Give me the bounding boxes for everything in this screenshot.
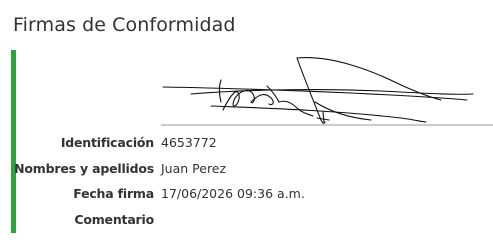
field-fecha: Fecha firma 17/06/2026 09:36 a.m. [16, 183, 492, 205]
field-identificacion: Identificación 4653772 [16, 132, 492, 154]
field-nombres: Nombres y apellidos Juan Perez [14, 158, 492, 180]
fecha-label: Fecha firma [73, 186, 154, 201]
identificacion-label: Identificación [60, 135, 154, 150]
section-title: Firmas de Conformidad [13, 14, 236, 36]
signatures-page: Firmas de Conformidad Identificación 465… [0, 0, 493, 237]
nombres-value: Juan Perez [161, 161, 227, 176]
nombres-label: Nombres y apellidos [14, 161, 154, 176]
identificacion-value: 4653772 [161, 135, 217, 150]
field-comentario: Comentario [16, 209, 492, 231]
signature-section: Identificación 4653772 Nombres y apellid… [11, 50, 493, 233]
comentario-label: Comentario [74, 212, 154, 227]
signature-icon [161, 57, 493, 126]
signature-image [161, 50, 493, 126]
fecha-value: 17/06/2026 09:36 a.m. [161, 186, 305, 201]
